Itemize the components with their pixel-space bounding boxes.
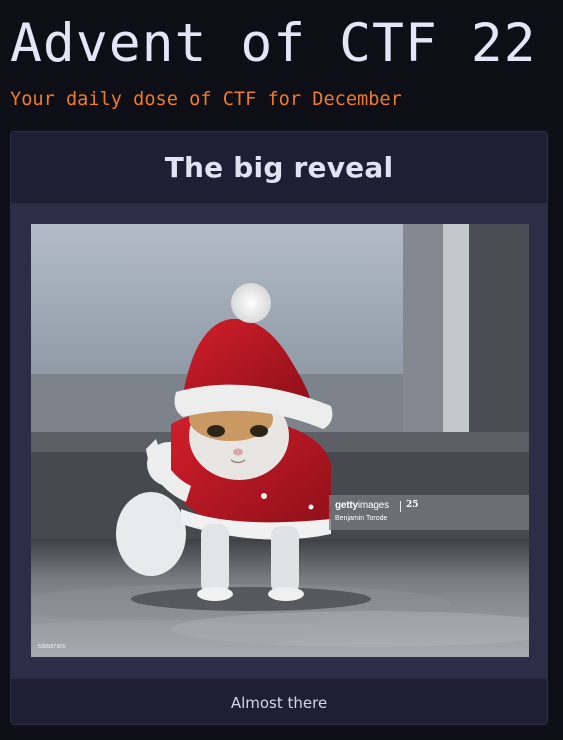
site-title: Advent of CTF 22 <box>10 13 537 74</box>
santa-cat-photo: gettyimages 25 Benjamin Torode 530587905 <box>31 224 529 657</box>
getty-images-watermark: gettyimages 25 Benjamin Torode <box>329 495 529 530</box>
image-id: 530587905 <box>38 644 66 650</box>
photographer-credit: Benjamin Torode <box>335 515 388 522</box>
card-header: The big reveal <box>11 132 547 204</box>
site-subtitle: Your daily dose of CTF for December <box>10 89 402 110</box>
card-body: gettyimages 25 Benjamin Torode 530587905 <box>11 204 547 678</box>
card-footer: Almost there <box>11 678 547 724</box>
card-footer-text: Almost there <box>230 693 328 712</box>
anniversary-badge: 25 <box>406 500 419 510</box>
card-title: The big reveal <box>164 151 394 184</box>
getty-images-logo: gettyimages <box>335 500 389 511</box>
watermark-divider <box>400 501 401 512</box>
reveal-card: The big reveal gettyimages 25 Benjamin T… <box>10 131 548 725</box>
